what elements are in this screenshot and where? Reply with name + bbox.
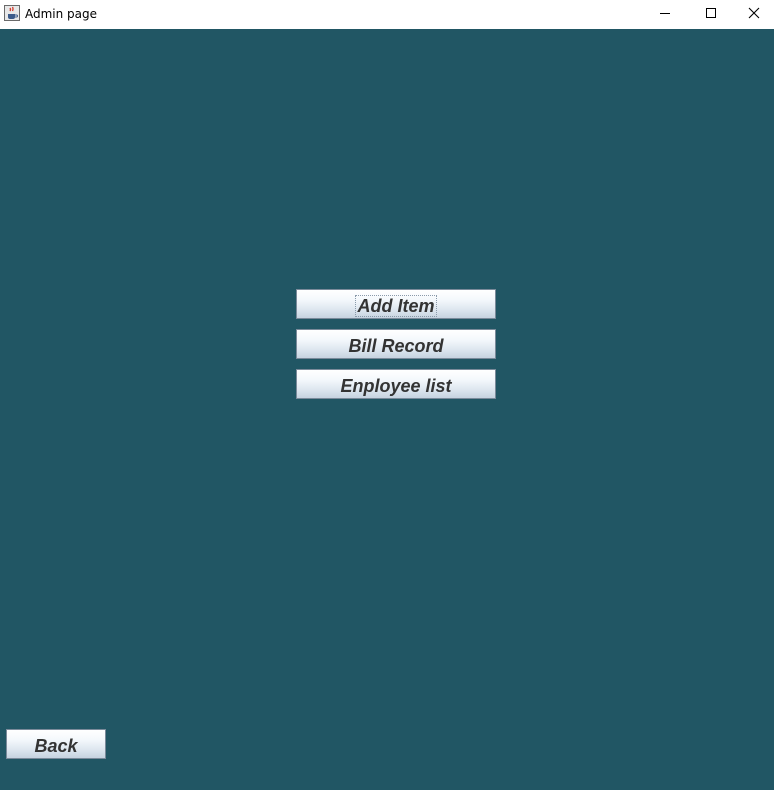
back-label: Back — [34, 735, 78, 756]
minimize-icon — [659, 6, 671, 24]
window-title: Admin page — [25, 7, 98, 21]
maximize-button[interactable] — [688, 0, 734, 29]
add-item-button[interactable]: Add Item — [296, 289, 496, 319]
maximize-icon — [705, 6, 717, 24]
close-button[interactable] — [734, 0, 774, 29]
java-coffee-cup-icon — [4, 5, 20, 21]
bill-record-label: Bill Record — [348, 335, 444, 356]
employee-list-label: Enployee list — [340, 375, 452, 396]
back-button[interactable]: Back — [6, 729, 106, 759]
minimize-button[interactable] — [642, 0, 688, 29]
admin-window: Admin page Add Item Bill Record Enployee… — [0, 0, 774, 790]
close-icon — [748, 6, 760, 24]
employee-list-button[interactable]: Enployee list — [296, 369, 496, 399]
bill-record-button[interactable]: Bill Record — [296, 329, 496, 359]
add-item-label: Add Item — [355, 294, 437, 317]
title-bar[interactable]: Admin page — [0, 0, 774, 29]
main-panel: Add Item Bill Record Enployee list Back — [0, 29, 774, 790]
